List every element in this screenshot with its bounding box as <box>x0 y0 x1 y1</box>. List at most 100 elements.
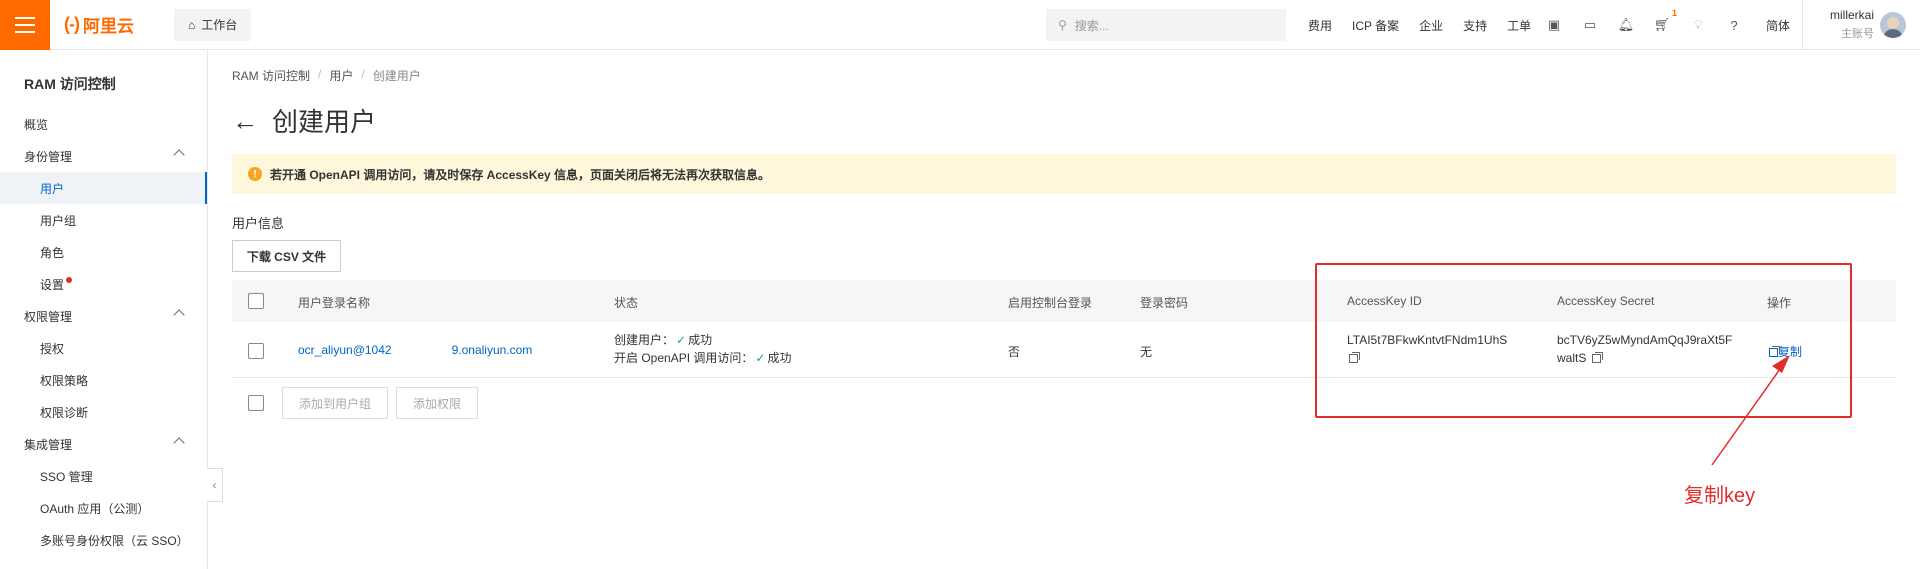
user-role: 主账号 <box>1841 28 1874 40</box>
chevron-up-icon <box>173 437 185 449</box>
sidebar-item-label: 权限诊断 <box>40 405 89 420</box>
sidebar-item-roles[interactable]: 角色 <box>0 236 207 268</box>
help-icon[interactable]: ? <box>1726 17 1742 33</box>
warning-icon: ! <box>248 167 262 181</box>
menu-icon[interactable] <box>0 0 50 50</box>
sidebar-item-label: 多账号身份权限（云 SSO） <box>40 533 189 548</box>
breadcrumb-separator: / <box>318 67 322 81</box>
status-create-label: 创建用户： <box>614 333 675 347</box>
nav-link-icp[interactable]: ICP 备案 <box>1352 17 1399 34</box>
nav-link-support[interactable]: 支持 <box>1463 17 1487 34</box>
search-input[interactable]: ⚲ 搜索... <box>1046 9 1286 41</box>
page-header: ← 创建用户 <box>232 102 376 139</box>
sidebar-item-sso[interactable]: SSO 管理 <box>0 460 207 492</box>
sidebar-item-label: 权限策略 <box>40 373 89 388</box>
col-header-login-name: 用户登录名称 <box>298 296 371 310</box>
sidebar-item-label: 授权 <box>40 341 65 356</box>
sidebar-item-policies[interactable]: 权限策略 <box>0 364 207 396</box>
logo-text: 阿里云 <box>82 17 134 36</box>
chevron-up-icon <box>173 309 185 321</box>
bell-icon[interactable]: 🔔︎ <box>1618 17 1635 33</box>
cart-badge: 1 <box>1671 8 1677 18</box>
sidebar-item-label: 权限管理 <box>24 309 73 324</box>
top-nav-links: 费用 ICP 备案 企业 支持 工单 <box>1308 0 1551 50</box>
check-icon: ✓ <box>676 333 687 347</box>
notification-dot <box>66 277 73 283</box>
select-all-checkbox[interactable] <box>248 293 264 309</box>
col-header-password: 登录密码 <box>1140 296 1189 310</box>
nav-link-billing[interactable]: 费用 <box>1308 17 1332 34</box>
nav-link-ticket[interactable]: 工单 <box>1507 17 1531 34</box>
top-nav-icons: ▣ ▭ 🔔︎ 🛒︎ 1 💡︎ ? <box>1546 0 1742 50</box>
sidebar-item-label: 集成管理 <box>24 437 73 452</box>
sidebar-item-label: 用户组 <box>40 213 77 228</box>
sidebar-item-oauth[interactable]: OAuth 应用（公测） <box>0 492 207 524</box>
breadcrumb: RAM 访问控制 / 用户 / 创建用户 <box>232 67 421 84</box>
workbench-label: 工作台 <box>201 18 238 32</box>
download-csv-button[interactable]: 下载 CSV 文件 <box>232 240 341 272</box>
cart-icon[interactable]: 🛒︎ 1 <box>1654 8 1677 33</box>
sidebar-item-settings[interactable]: 设置 <box>0 268 207 300</box>
breadcrumb-current: 创建用户 <box>372 69 421 83</box>
status-create-value: 成功 <box>688 333 713 347</box>
warning-alert: ! 若开通 OpenAPI 调用访问，请及时保存 AccessKey 信息，页面… <box>232 154 1896 194</box>
breadcrumb-root[interactable]: RAM 访问控制 <box>232 67 310 84</box>
sidebar-item-label: 概览 <box>24 117 49 132</box>
col-header-status: 状态 <box>614 296 639 310</box>
add-to-group-button[interactable]: 添加到用户组 <box>282 387 388 419</box>
console-login-value: 否 <box>1008 345 1021 359</box>
back-arrow-icon[interactable]: ← <box>232 108 258 134</box>
alert-text: 若开通 OpenAPI 调用访问，请及时保存 AccessKey 信息，页面关闭… <box>270 167 771 182</box>
search-icon: ⚲ <box>1058 18 1067 32</box>
sidebar-item-label: 用户 <box>40 181 65 196</box>
logo-mark-icon: (-) <box>64 14 80 34</box>
avatar[interactable] <box>1880 12 1906 38</box>
password-value: 无 <box>1140 345 1153 359</box>
footer-select-checkbox[interactable] <box>248 395 264 411</box>
terminal-icon[interactable]: ▭ <box>1582 17 1598 33</box>
breadcrumb-separator: / <box>361 67 365 81</box>
home-icon: ⌂ <box>188 17 196 32</box>
lightbulb-icon[interactable]: 💡︎ <box>1690 17 1706 33</box>
annotation-label: 复制key <box>1684 485 1756 507</box>
search-placeholder: 搜索... <box>1074 18 1109 33</box>
section-label: 用户信息 <box>232 216 285 231</box>
sidebar-item-label: OAuth 应用（公测） <box>40 501 150 516</box>
sidebar-item-overview[interactable]: 概览 <box>0 108 207 140</box>
sidebar-item-diagnosis[interactable]: 权限诊断 <box>0 396 207 428</box>
status-api-label: 开启 OpenAPI 调用访问： <box>614 351 754 365</box>
chevron-up-icon <box>173 149 185 161</box>
sidebar-item-label: 设置 <box>40 277 65 292</box>
user-login-name-link[interactable]: ocr_aliyun@1042 9.onaliyun.com <box>298 343 532 357</box>
col-header-console-login: 启用控制台登录 <box>1008 296 1093 310</box>
nav-link-enterprise[interactable]: 企业 <box>1419 17 1443 34</box>
sidebar: RAM 访问控制 概览 身份管理 用户 用户组 角色 设置 权限管理 授权 权限… <box>0 50 208 569</box>
user-info[interactable]: millerkai 主账号 <box>1800 8 1874 41</box>
sidebar-collapse-handle[interactable]: ‹ <box>207 468 223 502</box>
sidebar-item-label: 角色 <box>40 245 65 260</box>
chevron-left-icon: ‹ <box>212 478 217 492</box>
sidebar-item-multi-sso[interactable]: 多账号身份权限（云 SSO） <box>0 524 207 556</box>
sidebar-item-user-groups[interactable]: 用户组 <box>0 204 207 236</box>
language-switch[interactable]: 简体 <box>1766 0 1790 50</box>
sidebar-item-users[interactable]: 用户 <box>0 172 207 204</box>
user-name: millerkai <box>1829 8 1874 22</box>
sidebar-item-label: SSO 管理 <box>40 469 93 484</box>
sidebar-title: RAM 访问控制 <box>24 76 116 92</box>
add-permission-button[interactable]: 添加权限 <box>396 387 478 419</box>
sidebar-group-permission[interactable]: 权限管理 <box>0 300 207 332</box>
row-checkbox[interactable] <box>248 343 264 359</box>
sidebar-item-grant[interactable]: 授权 <box>0 332 207 364</box>
cloud-shell-icon[interactable]: ▣ <box>1546 17 1562 33</box>
workbench-button[interactable]: ⌂ 工作台 <box>174 8 252 41</box>
aliyun-logo[interactable]: (-) 阿里云 <box>64 12 164 37</box>
breadcrumb-users[interactable]: 用户 <box>329 67 353 84</box>
annotation-highlight-box <box>1315 263 1852 418</box>
page-title: 创建用户 <box>272 107 377 137</box>
sidebar-group-identity[interactable]: 身份管理 <box>0 140 207 172</box>
status-api-value: 成功 <box>767 351 792 365</box>
status-cell: 创建用户： ✓ 成功 开启 OpenAPI 调用访问： ✓ 成功 <box>614 331 791 367</box>
check-icon: ✓ <box>755 351 766 365</box>
sidebar-item-label: 身份管理 <box>24 149 73 164</box>
sidebar-group-integration[interactable]: 集成管理 <box>0 428 207 460</box>
